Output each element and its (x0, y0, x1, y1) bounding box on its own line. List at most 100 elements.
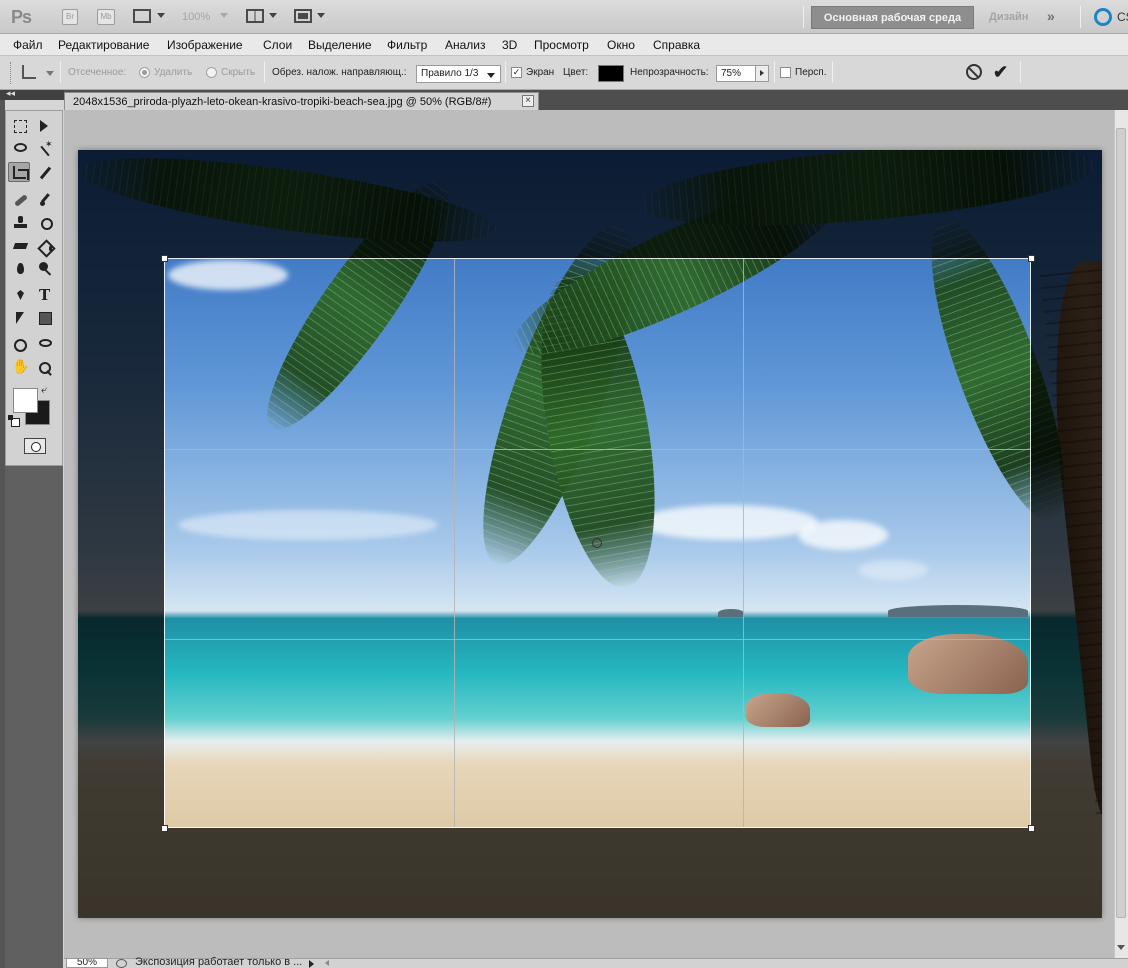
crop-preset-icon[interactable] (22, 65, 36, 79)
history-brush-tool[interactable] (35, 213, 57, 233)
healing-brush-tool[interactable] (10, 190, 32, 210)
cs-live-icon[interactable] (1094, 8, 1112, 26)
rule-of-thirds-line (165, 449, 1030, 450)
bandage-icon (14, 193, 27, 206)
menu-file[interactable]: Файл (13, 38, 43, 52)
crop-handle-top-right[interactable] (1028, 255, 1035, 262)
crop-handle-top-left[interactable] (161, 255, 168, 262)
move-tool[interactable] (35, 117, 57, 137)
eraser-tool[interactable] (10, 236, 32, 256)
menu-analysis[interactable]: Анализ (445, 38, 486, 52)
scroll-left-arrow-icon[interactable] (325, 960, 329, 966)
arrange-documents-icon[interactable] (246, 9, 264, 23)
blur-tool[interactable] (10, 259, 32, 279)
menu-image[interactable]: Изображение (167, 38, 243, 52)
rule-of-thirds-line (743, 259, 744, 827)
mini-bridge-button[interactable]: Mb (97, 9, 115, 25)
extras-dropdown-icon[interactable] (157, 13, 165, 18)
quick-selection-tool[interactable] (35, 139, 57, 160)
3d-rotate-icon (14, 339, 27, 352)
foreground-color-swatch[interactable] (13, 388, 38, 413)
crop-shield-right (1031, 258, 1102, 828)
lasso-tool[interactable] (10, 140, 32, 160)
divider (1080, 6, 1081, 28)
crop-center-point-icon[interactable] (592, 538, 602, 548)
commit-crop-icon[interactable]: ✔ (993, 62, 1008, 83)
workspace-design-link[interactable]: Дизайн (989, 11, 1028, 23)
menu-3d[interactable]: 3D (502, 38, 517, 52)
workspace-essentials-button[interactable]: Основная рабочая среда (811, 6, 974, 29)
more-workspaces-icon[interactable]: » (1047, 8, 1055, 24)
marquee-icon (14, 120, 27, 133)
close-document-icon[interactable]: × (522, 95, 534, 107)
opacity-label: Непрозрачность: (630, 67, 709, 78)
vertical-scrollbar-thumb[interactable] (1116, 128, 1126, 918)
crop-shield-bottom (78, 828, 1102, 918)
arrow-pointer-icon (14, 312, 27, 325)
overlay-guide-select[interactable]: Правило 1/3 (416, 65, 501, 83)
hide-label: Скрыть (221, 67, 256, 78)
rectangle-tool[interactable] (35, 309, 57, 329)
delete-radio[interactable] (139, 67, 150, 78)
screen-mode-dropdown-icon[interactable] (317, 13, 325, 18)
eraser-icon (14, 239, 27, 252)
bridge-button[interactable]: Br (62, 9, 78, 25)
opacity-input[interactable]: 75% (716, 65, 756, 82)
zoom-level[interactable]: 100% (182, 11, 210, 23)
drop-icon (14, 262, 27, 275)
type-tool[interactable]: T (35, 286, 57, 306)
shield-color-swatch[interactable] (598, 65, 624, 82)
rectangle-icon (39, 312, 52, 325)
screen-mode-icon[interactable] (294, 9, 312, 23)
zoom-tool[interactable] (35, 359, 57, 379)
status-info-icon[interactable] (116, 959, 127, 968)
menu-help[interactable]: Справка (653, 38, 700, 52)
crop-handle-bottom-right[interactable] (1028, 825, 1035, 832)
hand-tool[interactable] (10, 358, 32, 379)
opacity-slider-arrow-icon[interactable] (755, 65, 769, 82)
options-grip[interactable] (10, 62, 13, 84)
delete-label: Удалить (154, 67, 193, 78)
3d-orbit-tool[interactable] (35, 336, 57, 356)
cs-live-label[interactable]: CS (1117, 10, 1128, 24)
rectangular-marquee-tool[interactable] (10, 117, 32, 137)
menu-filter[interactable]: Фильтр (387, 38, 427, 52)
menu-edit[interactable]: Редактирование (58, 38, 149, 52)
brush-tool[interactable] (35, 190, 57, 210)
photoshop-logo: Ps (11, 7, 32, 27)
perspective-checkbox[interactable] (780, 67, 791, 78)
clone-stamp-tool[interactable] (10, 213, 32, 233)
default-colors-icon[interactable] (8, 415, 20, 427)
shield-checkbox[interactable]: ✓ (511, 67, 522, 78)
crop-handle-bottom-left[interactable] (161, 825, 168, 832)
eyedropper-tool[interactable] (35, 163, 57, 183)
document-tab-title[interactable]: 2048x1536_priroda-plyazh-leto-okean-kras… (73, 96, 491, 108)
tools-panel-header[interactable]: ◂◂ (0, 88, 64, 100)
swap-colors-icon[interactable]: ⤶ (41, 384, 47, 397)
divider (60, 61, 61, 83)
document-tab[interactable]: 2048x1536_priroda-plyazh-leto-okean-kras… (64, 92, 539, 110)
menu-view[interactable]: Просмотр (534, 38, 589, 52)
hide-radio[interactable] (206, 67, 217, 78)
crop-tool[interactable] (8, 162, 30, 182)
menu-window[interactable]: Окно (607, 38, 635, 52)
menu-layers[interactable]: Слои (263, 38, 292, 52)
dodge-tool[interactable] (35, 259, 57, 279)
zoom-dropdown-icon[interactable] (220, 13, 228, 18)
cancel-crop-icon[interactable] (966, 64, 982, 80)
pen-tool[interactable] (10, 286, 32, 306)
menu-select[interactable]: Выделение (308, 38, 372, 52)
arrange-dropdown-icon[interactable] (269, 13, 277, 18)
collapse-panel-icon[interactable]: ◂◂ (6, 88, 15, 99)
extras-icon[interactable] (133, 9, 151, 23)
shield-label: Экран (526, 67, 555, 78)
path-selection-tool[interactable] (10, 309, 32, 329)
tool-preset-dropdown-icon[interactable] (46, 71, 54, 76)
3d-rotate-tool[interactable] (10, 336, 32, 356)
status-zoom-input[interactable]: 50% (66, 958, 108, 968)
scroll-down-arrow-icon[interactable] (1117, 945, 1125, 950)
status-menu-arrow-icon[interactable] (309, 960, 314, 968)
paint-bucket-tool[interactable] (35, 236, 57, 256)
quick-mask-icon[interactable] (24, 438, 46, 454)
dodge-icon (39, 262, 52, 275)
